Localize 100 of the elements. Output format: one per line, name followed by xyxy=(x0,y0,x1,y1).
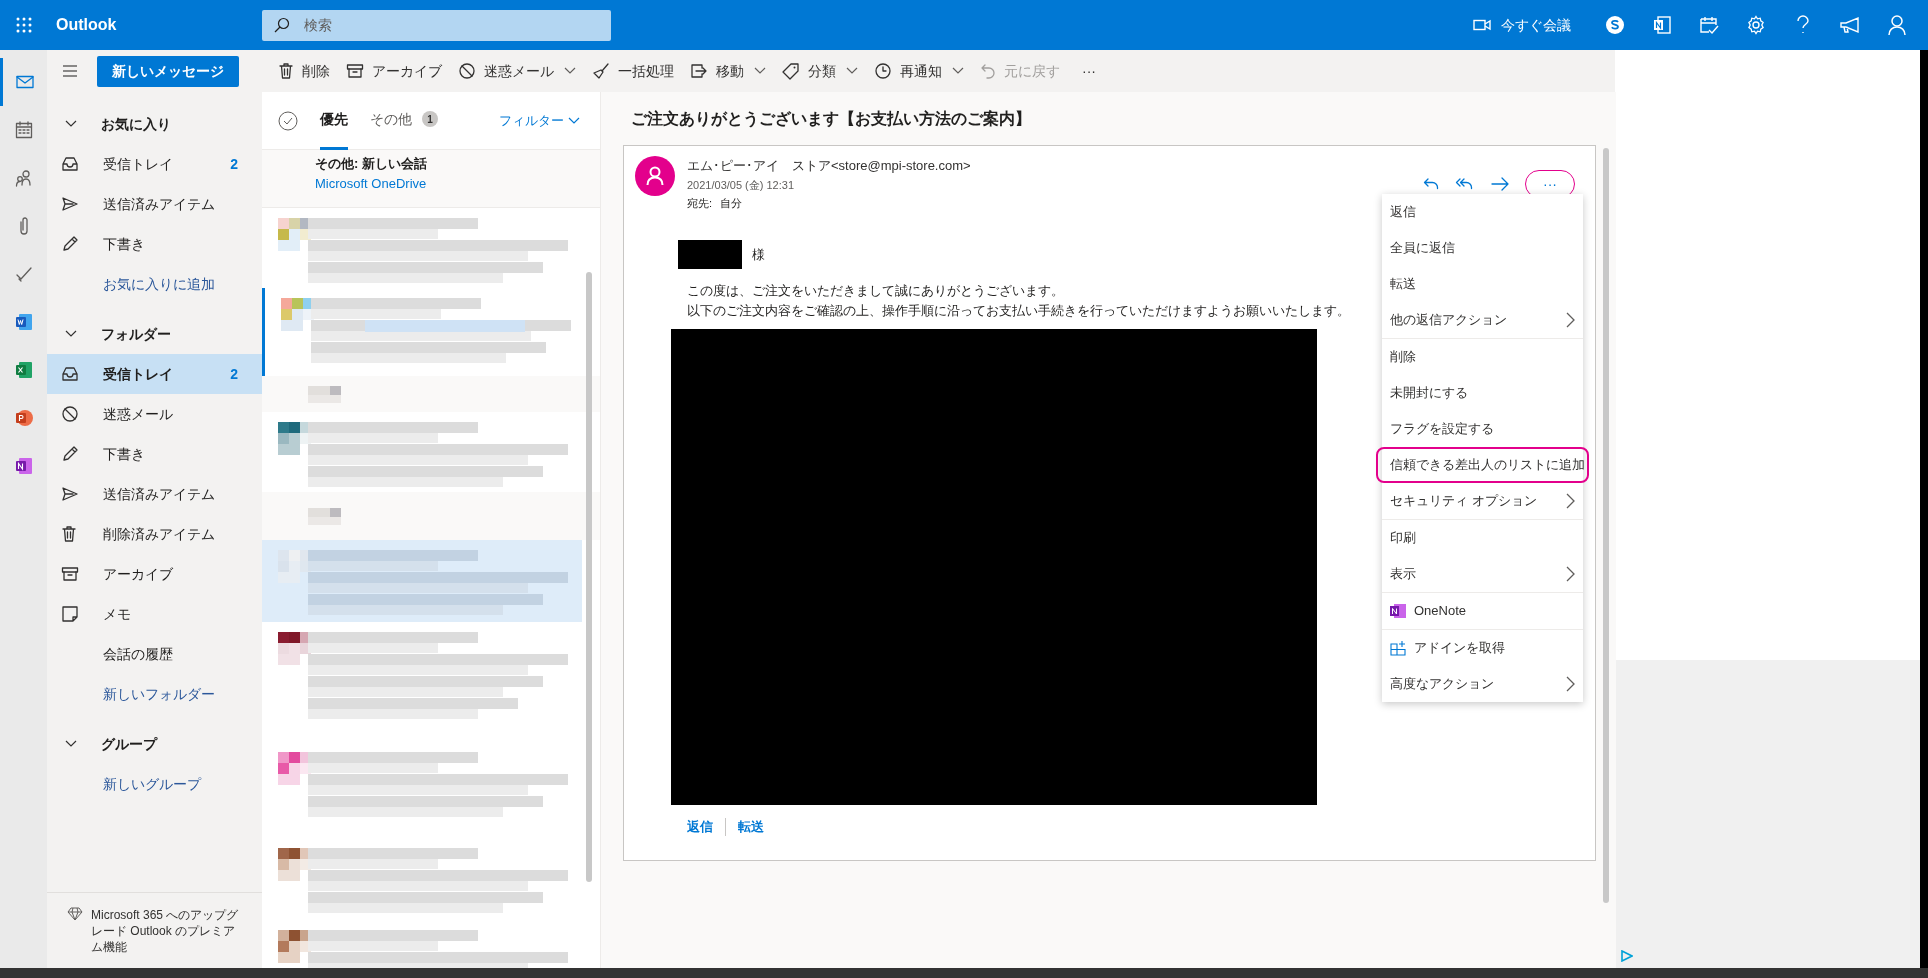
play-icon xyxy=(1621,950,1633,962)
new-message-button[interactable]: 新しいメッセージ xyxy=(97,55,239,87)
filter-button[interactable]: フィルター xyxy=(499,110,580,131)
footer-action-link[interactable]: 転送 xyxy=(738,817,764,837)
word-icon xyxy=(14,313,33,331)
person-icon xyxy=(646,166,664,186)
inbox-icon xyxy=(61,366,79,382)
forward-icon xyxy=(1491,176,1509,192)
chevron-down-icon xyxy=(65,120,77,128)
folder-item[interactable]: 下書き xyxy=(47,434,262,474)
onenote-icon xyxy=(1390,604,1406,618)
inbox-tab[interactable]: その他 1 xyxy=(370,92,438,150)
menu-item[interactable]: 高度なアクション xyxy=(1382,666,1583,702)
toolbar-button[interactable]: 再通知 xyxy=(874,60,964,82)
count-badge: 1 xyxy=(422,111,438,127)
chevron-right-icon xyxy=(1566,493,1575,509)
menu-item[interactable]: 他の返信アクション xyxy=(1382,302,1583,338)
section-header[interactable]: フォルダー xyxy=(47,314,262,354)
redaction-box xyxy=(678,240,742,269)
footer-action-link[interactable]: 返信 xyxy=(687,817,713,837)
folder-item[interactable]: アーカイブ xyxy=(47,554,262,594)
menu-icon xyxy=(62,65,78,77)
checkmark-icon xyxy=(14,266,33,282)
app-name[interactable]: Outlook xyxy=(56,13,262,37)
menu-item[interactable]: 信頼できる差出人のリストに追加 xyxy=(1376,447,1589,483)
select-all-icon xyxy=(278,110,298,131)
reply-all-icon xyxy=(1455,176,1475,192)
toolbar-button[interactable]: 削除 xyxy=(278,60,330,82)
subject: ご注文ありがとうございます【お支払い方法のご案内】 xyxy=(630,108,1032,130)
chevron-down-icon xyxy=(846,67,858,75)
folder-item[interactable]: 会話の履歴 xyxy=(47,634,262,674)
archive-icon xyxy=(346,63,364,79)
scrollbar[interactable] xyxy=(586,272,592,882)
excel-icon xyxy=(14,361,33,379)
chevron-down-icon xyxy=(568,116,580,125)
unread-count: 2 xyxy=(230,364,238,384)
sender[interactable]: エム･ピー･アイ ストア<store@mpi-store.com> xyxy=(687,156,971,176)
toolbar-button[interactable]: 一括処理 xyxy=(592,60,674,82)
add-in-icon xyxy=(1390,640,1406,656)
toolbar-button[interactable]: 移動 xyxy=(690,60,766,82)
menu-item[interactable]: 印刷 xyxy=(1382,520,1583,556)
broom-icon xyxy=(592,62,610,80)
onenote-icon xyxy=(14,457,33,475)
folder-item[interactable]: 新しいフォルダー xyxy=(47,674,262,714)
recipient[interactable]: 自分 xyxy=(720,194,743,212)
section-header[interactable]: お気に入り xyxy=(47,104,262,144)
folder-item[interactable]: 新しいグループ xyxy=(47,764,262,804)
more-button[interactable]: ··· xyxy=(1082,60,1096,82)
menu-item[interactable]: 削除 xyxy=(1382,339,1583,375)
body-line: この度は、ご注文をいただきまして誠にありがとうございます。 xyxy=(687,282,1064,300)
reply-icon xyxy=(1423,176,1439,192)
people-icon xyxy=(14,169,33,187)
chevron-right-icon xyxy=(1566,566,1575,582)
notice-sender[interactable]: Microsoft OneDrive xyxy=(315,173,600,193)
move-icon xyxy=(690,63,708,79)
folder-item[interactable]: 下書き xyxy=(47,224,262,264)
clock-icon xyxy=(874,62,892,80)
folder-item[interactable]: 削除済みアイテム xyxy=(47,514,262,554)
send-icon xyxy=(61,486,79,502)
mail-icon xyxy=(16,75,34,89)
folder-item[interactable]: 送信済みアイテム xyxy=(47,474,262,514)
menu-item[interactable]: 転送 xyxy=(1382,266,1583,302)
video-camera-icon xyxy=(1473,19,1491,31)
menu-item[interactable]: フラグを設定する xyxy=(1382,411,1583,447)
megaphone-icon xyxy=(1838,16,1861,34)
paperclip-icon xyxy=(17,216,30,236)
inbox-icon xyxy=(61,156,79,172)
folder-item[interactable]: メモ xyxy=(47,594,262,634)
folder-item[interactable]: 受信トレイ 2 xyxy=(47,354,262,394)
menu-item[interactable]: アドインを取得 xyxy=(1382,630,1583,666)
menu-item[interactable]: OneNote xyxy=(1382,593,1583,629)
diamond-icon xyxy=(67,907,83,921)
folder-item[interactable]: 迷惑メール xyxy=(47,394,262,434)
menu-item[interactable]: セキュリティ オプション xyxy=(1382,483,1583,519)
recipient-label: 宛先: xyxy=(687,196,713,211)
toolbar-button[interactable]: 迷惑メール xyxy=(458,60,576,82)
search-field[interactable]: 検索 xyxy=(262,9,611,41)
toolbar-button[interactable]: 分類 xyxy=(782,60,858,82)
upgrade-link[interactable]: Microsoft 365 へのアップグレード Outlook のプレミアム機能 xyxy=(91,907,239,955)
toolbar-button[interactable]: アーカイブ xyxy=(346,60,442,82)
salutation: 様 xyxy=(752,245,765,264)
tag-icon xyxy=(782,62,800,80)
forward-button[interactable] xyxy=(1491,176,1509,192)
menu-item[interactable]: 全員に返信 xyxy=(1382,230,1583,266)
pencil-icon xyxy=(61,445,79,463)
folder-item[interactable]: 送信済みアイテム xyxy=(47,184,262,224)
reply-all-button[interactable] xyxy=(1455,176,1475,192)
pencil-icon xyxy=(61,235,79,253)
meet-now-button[interactable]: 今すぐ会議 xyxy=(1473,14,1571,36)
reply-button[interactable] xyxy=(1423,176,1439,192)
folder-item[interactable]: 受信トレイ 2 xyxy=(47,144,262,184)
menu-item[interactable]: 表示 xyxy=(1382,556,1583,592)
folder-item[interactable]: お気に入りに追加 xyxy=(47,264,262,304)
scrollbar[interactable] xyxy=(1603,148,1609,903)
chevron-down-icon xyxy=(754,67,766,75)
chevron-right-icon xyxy=(1566,676,1575,692)
trash-icon xyxy=(278,62,294,80)
menu-item[interactable]: 未開封にする xyxy=(1382,375,1583,411)
section-header[interactable]: グループ xyxy=(47,724,262,764)
chevron-down-icon xyxy=(65,740,77,748)
